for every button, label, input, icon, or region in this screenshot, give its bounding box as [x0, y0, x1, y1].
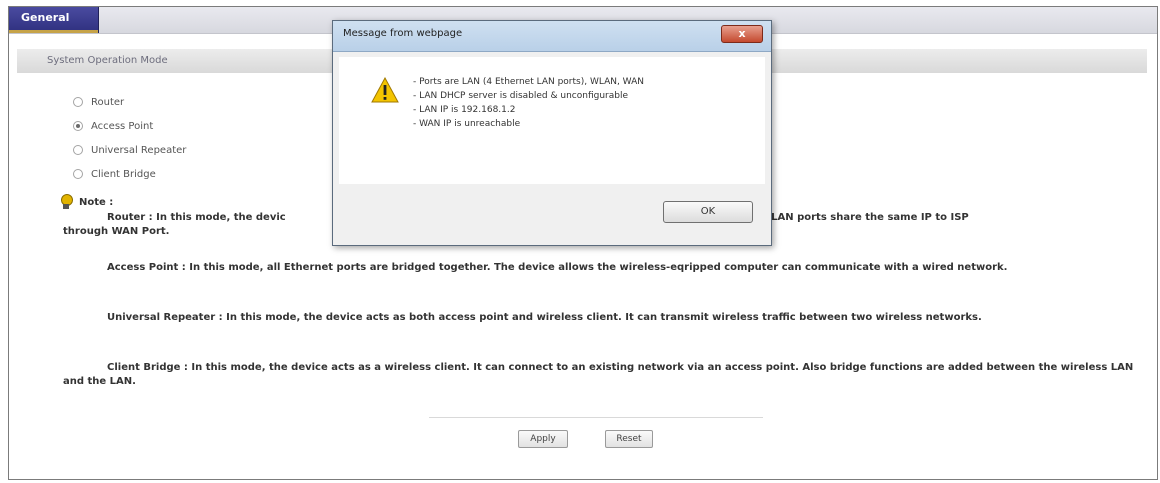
ok-button[interactable]: OK — [663, 201, 753, 223]
mode-label-router: Router — [91, 96, 125, 108]
reset-button[interactable]: Reset — [605, 430, 653, 448]
note-label: Note : — [79, 196, 114, 208]
warning-icon — [371, 77, 399, 103]
message-line: - LAN DHCP server is disabled & unconfig… — [413, 91, 628, 101]
close-button[interactable]: x — [721, 25, 763, 43]
note-client-bridge: Client Bridge : In this mode, the device… — [63, 362, 1134, 387]
mode-option-router[interactable]: Router — [73, 94, 124, 110]
mode-label-universal-repeater: Universal Repeater — [91, 144, 187, 156]
tab-general[interactable]: General — [9, 7, 99, 33]
mode-label-access-point: Access Point — [91, 120, 154, 132]
note-access-point: Access Point : In this mode, all Etherne… — [107, 262, 1008, 273]
radio-client-bridge[interactable] — [73, 169, 83, 179]
radio-router[interactable] — [73, 97, 83, 107]
button-separator — [429, 417, 763, 418]
dialog-body: - Ports are LAN (4 Ethernet LAN ports), … — [339, 57, 765, 184]
message-dialog: Message from webpage x - Ports are LAN (… — [332, 20, 772, 246]
dialog-titlebar[interactable]: Message from webpage x — [333, 21, 771, 52]
message-line: - Ports are LAN (4 Ethernet LAN ports), … — [413, 77, 644, 87]
radio-access-point[interactable] — [73, 121, 83, 131]
note-universal-repeater: Universal Repeater : In this mode, the d… — [107, 312, 982, 323]
mode-option-universal-repeater[interactable]: Universal Repeater — [73, 142, 186, 158]
message-line: - WAN IP is unreachable — [413, 119, 521, 129]
mode-option-access-point[interactable]: Access Point — [73, 118, 153, 134]
dialog-title: Message from webpage — [343, 28, 463, 39]
dialog-message: - Ports are LAN (4 Ethernet LAN ports), … — [413, 75, 644, 131]
radio-universal-repeater[interactable] — [73, 145, 83, 155]
note-heading: Note : — [59, 194, 113, 210]
message-line: - LAN IP is 192.168.1.2 — [413, 105, 516, 115]
mode-label-client-bridge: Client Bridge — [91, 168, 156, 180]
mode-option-client-bridge[interactable]: Client Bridge — [73, 166, 156, 182]
note-router-text-start: Router : In this mode, the devic — [107, 212, 286, 223]
apply-button[interactable]: Apply — [518, 430, 568, 448]
lightbulb-icon — [59, 194, 73, 210]
